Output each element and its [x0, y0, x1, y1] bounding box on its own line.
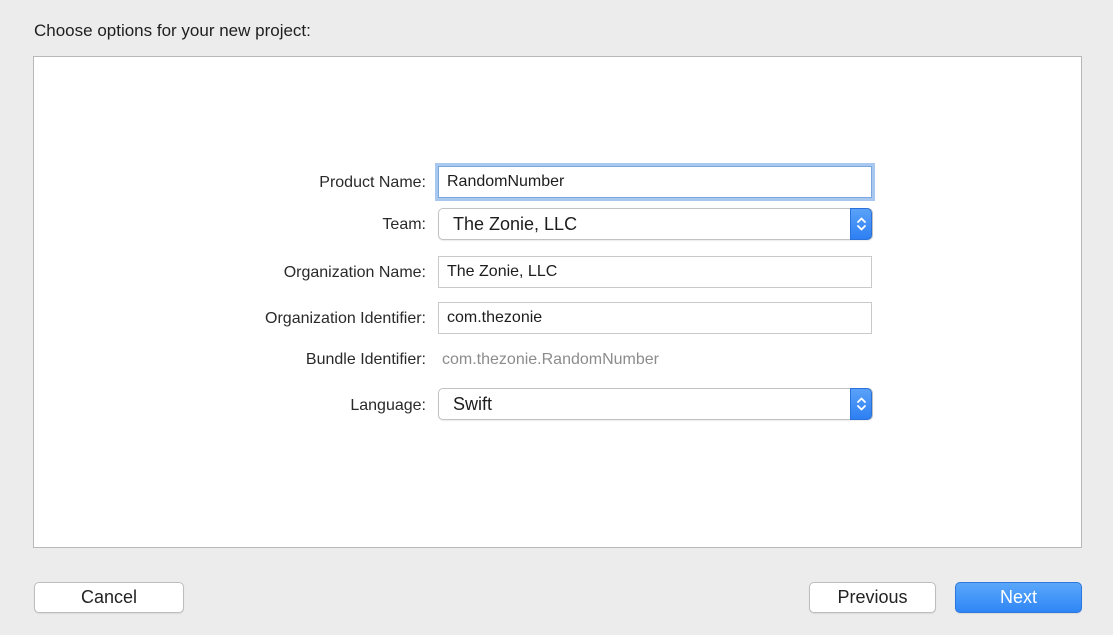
previous-button[interactable]: Previous: [809, 582, 936, 613]
bundle-identifier-value: com.thezonie.RandomNumber: [442, 351, 659, 368]
team-select-value: The Zonie, LLC: [453, 214, 578, 234]
team-select-stepper[interactable]: [850, 208, 872, 240]
language-select[interactable]: Swift: [438, 388, 873, 420]
organization-identifier-input[interactable]: [438, 302, 872, 334]
organization-name-input[interactable]: [438, 256, 872, 288]
cancel-button[interactable]: Cancel: [34, 582, 184, 613]
chevron-up-down-icon: [857, 217, 866, 231]
product-name-input[interactable]: [438, 166, 872, 198]
organization-name-label: Organization Name:: [283, 264, 426, 281]
bundle-identifier-label: Bundle Identifier:: [305, 351, 426, 368]
team-select[interactable]: The Zonie, LLC: [438, 208, 873, 240]
dialog-title: Choose options for your new project:: [34, 21, 311, 40]
product-name-label: Product Name:: [319, 174, 426, 191]
next-button[interactable]: Next: [955, 582, 1082, 613]
language-label: Language:: [350, 397, 426, 414]
language-select-stepper[interactable]: [850, 388, 872, 420]
language-select-value: Swift: [453, 394, 493, 414]
chevron-up-down-icon: [857, 397, 866, 411]
team-label: Team:: [382, 216, 426, 233]
options-panel: Product Name: Team: The Zonie, LLC Organ…: [33, 56, 1082, 548]
organization-identifier-label: Organization Identifier:: [265, 310, 426, 327]
